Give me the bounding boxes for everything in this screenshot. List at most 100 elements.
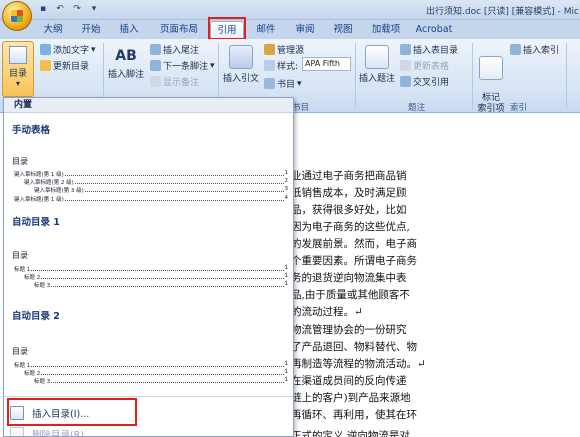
citation-icon bbox=[229, 45, 253, 69]
update-toc-label: 更新目录 bbox=[53, 62, 90, 72]
add-text-label: 添加文字 bbox=[53, 46, 90, 56]
next-footnote-label: 下一条脚注 bbox=[163, 62, 209, 72]
toc-preview-entry: 标题 11 bbox=[14, 361, 288, 369]
title-bar: ▪ ↶ ↷ ▾ 出行须知.doc [只读] [兼容模式] - Mic bbox=[0, 0, 580, 20]
document-text-line: 低销售成本，及时满足顾 bbox=[291, 187, 407, 199]
office-button[interactable] bbox=[2, 1, 32, 31]
update-toc-button[interactable]: 更新目录 bbox=[40, 59, 89, 72]
update-table-button[interactable]: 更新表格 bbox=[400, 59, 449, 72]
insert-citation-button[interactable]: 插入引文 bbox=[220, 45, 262, 84]
insert-citation-label: 插入引文 bbox=[222, 74, 259, 84]
customize-icon[interactable]: ▾ bbox=[87, 2, 101, 16]
citation-style-select[interactable]: APA Fifth bbox=[302, 57, 351, 71]
section-title-auto-1: 自动目录 1 bbox=[12, 217, 60, 228]
add-text-button[interactable]: 添加文字 ▾ bbox=[40, 43, 96, 56]
insert-footnote-label: 插入脚注 bbox=[107, 70, 144, 80]
toc-preview-entry: 标题 21 bbox=[24, 273, 288, 281]
mark-entry-label: 标记 索引项 bbox=[477, 93, 505, 114]
document-text-line: 链上的客户)到产品来源地 bbox=[291, 392, 411, 404]
toc-preview-entry: 标题 31 bbox=[34, 281, 288, 289]
tab-view[interactable]: 视图 bbox=[328, 21, 358, 39]
show-notes-label: 显示备注 bbox=[163, 78, 200, 88]
document-text-line: 个重要因素。所谓电子商务 bbox=[291, 255, 417, 267]
section-title-auto-2: 自动目录 2 bbox=[12, 311, 60, 322]
dropdown-header-builtin: 内置 bbox=[4, 98, 293, 113]
delete-toc-menu-item[interactable]: 删除目录(R) bbox=[10, 427, 85, 437]
save-icon[interactable]: ▪ bbox=[36, 2, 50, 16]
toc-preview-entry: 标题 31 bbox=[34, 377, 288, 385]
toc-icon bbox=[9, 46, 27, 64]
document-text-line: 品，获得很多好处，比如 bbox=[291, 204, 407, 216]
quick-access-toolbar: ▪ ↶ ↷ ▾ bbox=[36, 2, 101, 16]
tab-references[interactable]: 引用 bbox=[210, 21, 244, 39]
bibliography-label: 书目 bbox=[277, 80, 296, 90]
document-text-line: 的发展前景。然而，电子商 bbox=[291, 238, 417, 250]
tab-addins[interactable]: 加载项 bbox=[366, 21, 406, 39]
insert-caption-button[interactable]: 插入题注 bbox=[356, 45, 398, 84]
tab-mailings[interactable]: 邮件 bbox=[251, 21, 281, 39]
menu-divider bbox=[4, 396, 293, 397]
insert-index-label: 插入索引 bbox=[523, 46, 560, 56]
show-notes-button[interactable]: 显示备注 bbox=[150, 75, 199, 88]
toc-preview-heading: 目录 bbox=[12, 347, 28, 356]
tab-page-layout[interactable]: 页面布局 bbox=[156, 21, 202, 39]
toc-preview-entry: 标题 11 bbox=[14, 265, 288, 273]
chevron-down-icon: ▾ bbox=[297, 78, 302, 89]
insert-index-icon bbox=[510, 44, 521, 55]
caption-icon bbox=[365, 45, 389, 69]
redo-icon[interactable]: ↷ bbox=[70, 2, 84, 16]
tab-acrobat[interactable]: Acrobat bbox=[414, 21, 454, 39]
insert-index-button[interactable]: 插入索引 bbox=[510, 43, 559, 56]
document-text-line: 了产品退回、物料替代、物 bbox=[291, 341, 417, 353]
document-text-line: 在渠道成员间的反向传递 bbox=[291, 375, 407, 387]
style-label: 样式: bbox=[277, 62, 299, 72]
bibliography-icon bbox=[264, 78, 275, 89]
chevron-down-icon: ▾ bbox=[91, 44, 96, 55]
delete-toc-icon bbox=[10, 427, 24, 436]
toc-dropdown-menu: 内置 手动表格 目录 键入章标题(第 1 级) 1 键入章标题(第 2 级) 2 键… bbox=[3, 97, 294, 437]
add-text-icon bbox=[40, 44, 51, 55]
show-notes-icon bbox=[150, 76, 161, 87]
style-icon bbox=[264, 60, 275, 71]
document-text-line: 再循环、再利用，使其在环 bbox=[291, 409, 417, 421]
tab-outline[interactable]: 大纲 bbox=[38, 21, 68, 39]
delete-toc-label: 删除目录(R) bbox=[32, 430, 85, 437]
document-text-line: 务的退货逆向物流集中表 bbox=[291, 272, 407, 284]
toc-preview-entry: 键入章标题(第 1 级) 1 bbox=[14, 170, 288, 178]
toc-button[interactable]: 目录 ▾ bbox=[2, 41, 34, 97]
insert-caption-label: 插入题注 bbox=[358, 74, 395, 84]
group-label-citations: 书目 bbox=[292, 103, 310, 113]
chevron-down-icon: ▾ bbox=[210, 60, 215, 71]
toc-button-label: 目录 bbox=[8, 69, 27, 79]
mark-entry-icon bbox=[479, 56, 503, 80]
tab-insert[interactable]: 插入 bbox=[114, 21, 144, 39]
cross-reference-icon bbox=[400, 76, 411, 87]
style-selector[interactable]: 样式: bbox=[264, 59, 298, 72]
manage-sources-button[interactable]: 管理源 bbox=[264, 43, 304, 56]
endnote-icon bbox=[150, 44, 161, 55]
insert-endnote-button[interactable]: 插入尾注 bbox=[150, 43, 199, 56]
toc-preview-heading: 目录 bbox=[12, 157, 28, 166]
insert-table-of-figures-button[interactable]: 插入表目录 bbox=[400, 43, 458, 56]
insert-table-of-figures-label: 插入表目录 bbox=[413, 46, 459, 56]
insert-footnote-button[interactable]: AB 插入脚注 bbox=[104, 45, 148, 80]
toc-option-auto-1[interactable]: 目录 标题 11 标题 21 标题 31 bbox=[12, 230, 290, 292]
window-title: 出行须知.doc [只读] [兼容模式] - Mic bbox=[426, 7, 579, 17]
toc-option-manual[interactable]: 目录 键入章标题(第 1 级) 1 键入章标题(第 2 级) 2 键入章标题(第 3… bbox=[12, 138, 290, 208]
toc-preview-entry: 标题 21 bbox=[24, 369, 288, 377]
document-text-line: 正式的定义,逆向物流是对 bbox=[291, 430, 410, 437]
group-label-index: 索引 bbox=[510, 103, 528, 113]
toc-preview-entry: 键入章标题(第 1 级) 4 bbox=[14, 195, 288, 203]
manage-sources-label: 管理源 bbox=[277, 46, 305, 56]
tab-review[interactable]: 审阅 bbox=[290, 21, 320, 39]
cross-reference-button[interactable]: 交叉引用 bbox=[400, 75, 449, 88]
manage-sources-icon bbox=[264, 44, 275, 55]
next-footnote-button[interactable]: 下一条脚注 ▾ bbox=[150, 59, 215, 72]
toc-option-auto-2[interactable]: 目录 标题 11 标题 21 标题 31 bbox=[12, 324, 290, 386]
toc-preview-entry: 键入章标题(第 2 级) 2 bbox=[24, 178, 288, 186]
ribbon-tabs: 大纲 开始 插入 页面布局 引用 邮件 审阅 视图 加载项 Acrobat bbox=[0, 20, 580, 39]
bibliography-button[interactable]: 书目 ▾ bbox=[264, 77, 302, 90]
tab-home[interactable]: 开始 bbox=[76, 21, 106, 39]
document-text-line: 物流管理协会的一份研究 bbox=[291, 324, 407, 336]
undo-icon[interactable]: ↶ bbox=[53, 2, 67, 16]
